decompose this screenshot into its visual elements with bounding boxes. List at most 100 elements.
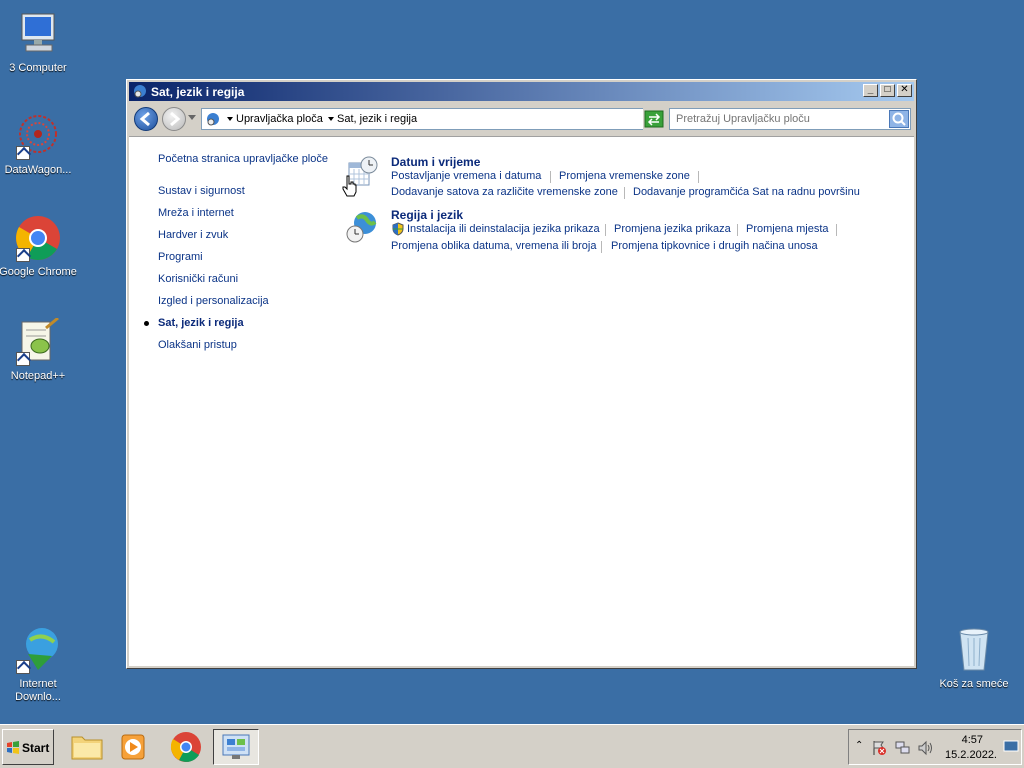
back-arrow-icon [139,111,150,127]
link-add-clocks[interactable]: Dodavanje satova za različite vremenske … [391,186,618,198]
taskbar-chrome[interactable] [163,729,209,765]
nav-user-accounts[interactable]: Korisnički računi [158,273,238,285]
nav-hardware-sound[interactable]: Hardver i zvuk [158,229,228,241]
network-icon[interactable] [895,740,911,756]
address-bar[interactable]: Upravljačka ploča Sat, jezik i regija [201,108,663,130]
desktop-icon-recycle-bin[interactable]: Koš za smeće [934,626,1014,691]
maximize-button[interactable]: □ [880,84,895,97]
show-hidden-icons-button[interactable]: ⌃ [855,740,863,751]
window-content: Početna stranica upravljačke ploče Susta… [129,136,914,666]
date-time-title[interactable]: Datum i vrijeme [391,155,480,169]
search-button[interactable] [889,110,909,128]
internet-download-manager-icon [14,626,62,674]
region-language-icon [346,212,377,243]
recycle-bin-icon [950,626,998,674]
desktop-icon-label: Internet Downlo... [15,678,61,703]
notepadpp-icon [14,316,62,366]
link-change-display-language[interactable]: Promjena jezika prikaza [614,223,731,235]
show-desktop-icon [1003,740,1019,752]
media-player-icon [121,734,145,760]
system-tray: ⌃ 4:57 15.2.2022. [848,729,1022,765]
window-titlebar[interactable]: Sat, jezik i regija _ □ ✕ [129,82,914,101]
datawagon-icon [14,112,62,160]
nav-control-panel-home[interactable]: Početna stranica upravljačke ploče [158,153,328,165]
nav-system-security[interactable]: Sustav i sigurnost [158,185,245,197]
chevron-down-icon[interactable] [328,117,334,121]
desktop-icon-label: Koš za smeće [939,678,1009,690]
show-desktop-button[interactable] [1003,738,1019,754]
desktop-icon-internet-download[interactable]: Internet Downlo... [0,626,78,704]
shortcut-arrow-icon [16,660,30,674]
taskbar-media-player[interactable] [110,729,156,765]
forward-arrow-icon [170,111,181,127]
refresh-icon [644,110,664,128]
nav-appearance-personalization[interactable]: Izgled i personalizacija [158,295,269,307]
link-change-date-time-number-format[interactable]: Promjena oblika datuma, vremena ili broj… [391,240,596,252]
link-separator [605,224,606,236]
clock-time[interactable]: 4:57 [962,734,983,746]
shortcut-arrow-icon [16,146,30,160]
desktop-icon-label: Google Chrome [0,266,77,278]
nav-ease-of-access[interactable]: Olakšani pristup [158,339,237,351]
link-separator [550,171,551,183]
control-panel-icon [134,85,146,98]
shortcut-arrow-icon [16,352,30,366]
taskbar: Start ⌃ 4:57 15.2.2022. [0,724,1024,768]
desktop-icon-label: Notepad++ [10,370,66,382]
desktop-icon-chrome[interactable]: Google Chrome [0,214,78,279]
link-separator [624,187,625,199]
volume-icon[interactable] [917,740,935,756]
chevron-down-icon[interactable] [227,117,233,121]
link-separator [698,171,699,183]
clock-date[interactable]: 15.2.2022. [945,749,997,761]
breadcrumb-clock-language-region[interactable]: Sat, jezik i regija [337,113,417,125]
minimize-button[interactable]: _ [863,84,878,97]
computer-icon [14,10,62,58]
link-separator [601,241,602,253]
breadcrumb-control-panel[interactable]: Upravljačka ploča [236,113,323,125]
link-separator [836,224,837,236]
link-separator [737,224,738,236]
link-set-time-date[interactable]: Postavljanje vremena i datuma [391,170,541,182]
control-panel-icon [222,734,250,759]
region-language-title[interactable]: Regija i jezik [391,208,463,222]
desktop-icon-datawagon[interactable]: DataWagon... [0,112,78,177]
nav-network-internet[interactable]: Mreža i internet [158,207,234,219]
link-install-uninstall-display-languages[interactable]: Instalacija ili deinstalacija jezika pri… [407,223,600,235]
nav-current-item: Sat, jezik i regija [144,317,244,329]
shortcut-arrow-icon [16,248,30,262]
control-panel-small-icon [207,113,219,126]
link-change-time-zone[interactable]: Promjena vremenske zone [559,170,690,182]
control-panel-window: Sat, jezik i regija _ □ ✕ Upravljačka pl… [126,79,917,669]
desktop-icon-computer[interactable]: 3 Computer [0,10,78,75]
search-input[interactable] [672,111,890,127]
link-change-location[interactable]: Promjena mjesta [746,223,829,235]
back-button[interactable] [134,107,158,131]
chrome-icon [14,214,62,262]
folder-icon [71,736,103,760]
search-box[interactable] [669,108,911,130]
search-icon [892,112,906,126]
recent-pages-dropdown[interactable] [188,115,196,120]
window-title: Sat, jezik i regija [151,85,245,99]
chrome-icon [170,732,201,762]
navigation-toolbar: Upravljačka ploča Sat, jezik i regija [129,103,914,135]
uac-shield-icon [392,222,404,236]
start-label: Start [22,741,50,755]
taskbar-file-explorer[interactable] [64,729,110,765]
hand-cursor-icon [342,175,357,197]
windows-flag-icon [7,741,19,754]
desktop-icon-label: DataWagon... [4,164,72,176]
close-button[interactable]: ✕ [897,84,912,97]
current-bullet-icon [144,321,149,326]
link-change-keyboards-input-methods[interactable]: Promjena tipkovnice i drugih načina unos… [611,240,818,252]
nav-programs[interactable]: Programi [158,251,203,263]
nav-clock-language-region[interactable]: Sat, jezik i regija [158,317,244,329]
action-center-flag-icon[interactable] [871,740,887,756]
taskbar-control-panel[interactable] [213,729,259,765]
desktop-icon-notepadpp[interactable]: Notepad++ [0,316,78,383]
link-add-clock-gadget[interactable]: Dodavanje programčića Sat na radnu površ… [633,186,860,198]
start-button[interactable]: Start [2,729,54,765]
refresh-button[interactable] [643,108,665,130]
forward-button[interactable] [162,107,186,131]
